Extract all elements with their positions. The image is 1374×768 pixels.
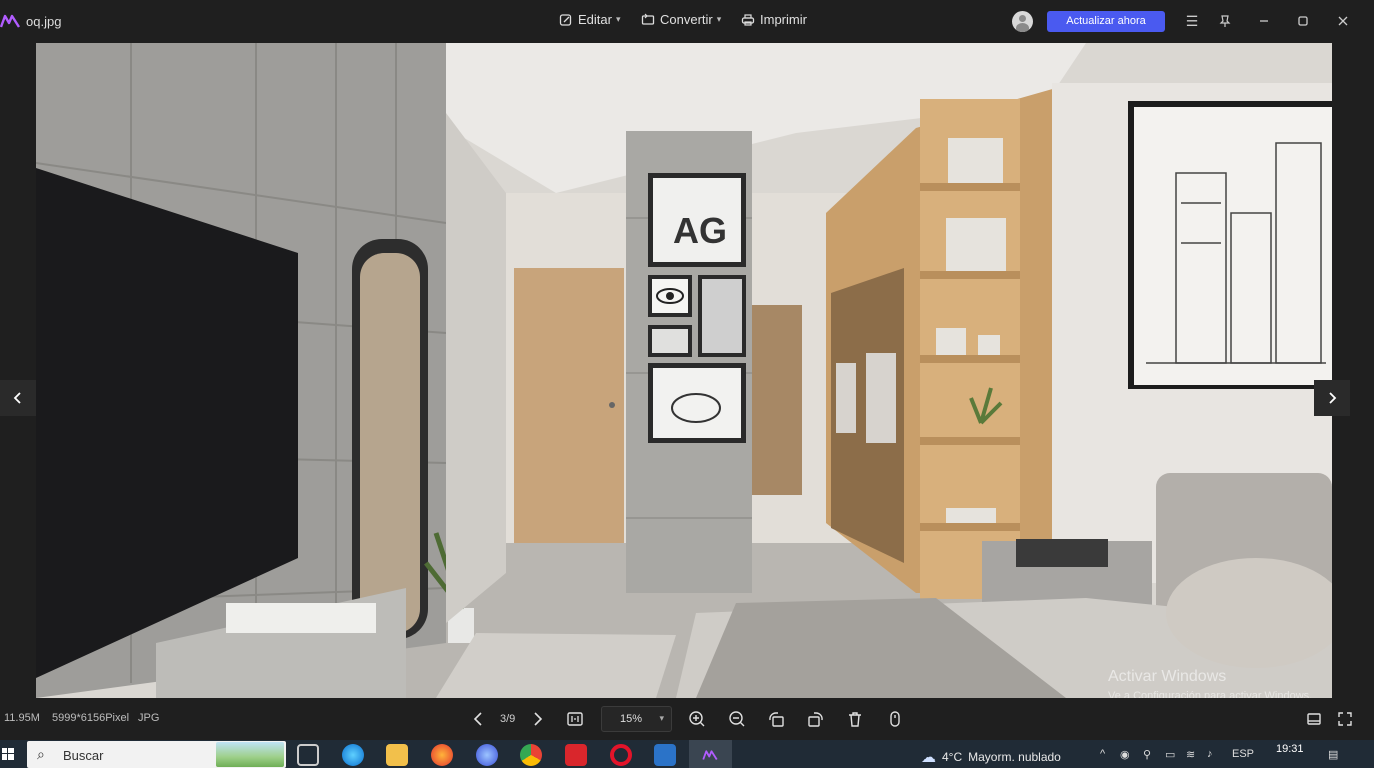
chevron-left-icon	[13, 392, 21, 404]
file-format: JPG	[138, 712, 160, 724]
title-bar: oq.jpg Editar ▾ Convertir ▾ Imprimir Act…	[0, 0, 1374, 43]
zoom-in-icon	[689, 711, 705, 727]
chevron-left-icon	[473, 712, 482, 726]
next-page-button[interactable]	[526, 708, 548, 730]
next-image-button[interactable]	[1314, 380, 1350, 416]
rotate-right-icon	[808, 712, 823, 727]
svg-text:AG: AG	[673, 210, 727, 251]
edit-menu-label: Editar	[578, 12, 612, 27]
file-size: 11.95M	[4, 712, 40, 724]
opera-icon[interactable]	[610, 744, 632, 766]
edge-browser-icon[interactable]	[342, 744, 364, 766]
more-options-button[interactable]	[884, 708, 906, 730]
windows-start-icon[interactable]	[2, 748, 14, 760]
bedroom-photo: AG Activar Windows Ve a Configuración pa…	[36, 43, 1332, 698]
search-icon: ⌕	[37, 746, 45, 762]
zoom-out-icon	[729, 711, 745, 727]
zoom-value: 15%	[620, 713, 643, 725]
chevron-right-icon	[534, 712, 543, 726]
volume-icon[interactable]: ♪	[1207, 748, 1213, 760]
cloud-icon: ☁	[921, 749, 936, 766]
chevron-up-icon[interactable]: ^	[1100, 748, 1105, 760]
actual-size-button[interactable]	[564, 708, 586, 730]
print-icon	[741, 13, 755, 26]
convert-menu[interactable]: Convertir ▾	[641, 12, 721, 27]
edit-menu[interactable]: Editar ▾	[559, 12, 621, 27]
input-language[interactable]: ESP	[1232, 748, 1254, 760]
zoom-out-button[interactable]	[726, 708, 748, 730]
print-menu[interactable]: Imprimir	[741, 12, 807, 27]
weather-description: Mayorm. nublado	[968, 750, 1061, 764]
print-menu-label: Imprimir	[760, 12, 807, 27]
search-placeholder: Buscar	[63, 748, 104, 763]
bedroom-interior-image: AG	[36, 43, 1332, 698]
delete-button[interactable]	[844, 708, 866, 730]
actual-size-icon	[567, 712, 583, 726]
image-canvas: AG Activar Windows Ve a Configuración pa…	[0, 43, 1374, 698]
weather-widget[interactable]: ☁ 4°C Mayorm. nublado	[921, 748, 1061, 766]
page-indicator: 3/9	[500, 713, 516, 725]
update-now-button[interactable]: Actualizar ahora	[1047, 11, 1165, 32]
convert-icon	[641, 13, 655, 25]
pin-icon[interactable]	[1216, 12, 1234, 30]
windows-taskbar: ⌕ Buscar ☁ 4°C Mayorm. nublado ^ ◉ ⚲ ▭ ≋…	[0, 740, 1374, 768]
taskbar-clock[interactable]: 19:31	[1276, 743, 1304, 755]
chevron-down-icon: ▾	[716, 14, 722, 24]
activation-watermark-subtitle: Ve a Configuración para activar Windows.	[1108, 690, 1313, 698]
battery-icon[interactable]: ▭	[1165, 748, 1175, 761]
rotate-right-button[interactable]	[805, 708, 827, 730]
user-avatar[interactable]	[1012, 11, 1033, 32]
image-viewer-app: oq.jpg Editar ▾ Convertir ▾ Imprimir Act…	[0, 0, 1374, 768]
task-view-icon[interactable]	[297, 744, 319, 766]
tray-app-icon[interactable]: ⚲	[1143, 748, 1151, 761]
maximize-icon[interactable]	[1294, 12, 1312, 30]
app-logo-icon	[0, 14, 20, 28]
firefox-icon[interactable]	[431, 744, 453, 766]
previous-image-button[interactable]	[0, 380, 36, 416]
wifi-icon[interactable]: ≋	[1186, 748, 1195, 761]
mouse-icon	[890, 711, 900, 727]
activation-watermark-title: Activar Windows	[1108, 668, 1227, 685]
thumbnail-button[interactable]	[1303, 708, 1325, 730]
image-viewer-app-icon	[702, 750, 718, 760]
search-highlight-image	[216, 742, 284, 767]
notification-icon[interactable]: ▤	[1328, 748, 1338, 761]
app-icon[interactable]	[654, 744, 676, 766]
tray-app-icon[interactable]: ◉	[1120, 748, 1130, 761]
fullscreen-icon	[1338, 712, 1352, 726]
taskbar-search-box[interactable]: ⌕ Buscar	[27, 741, 286, 768]
image-dimensions: 5999*6156Pixel	[52, 712, 130, 724]
close-icon[interactable]	[1334, 12, 1352, 30]
convert-menu-label: Convertir	[660, 12, 713, 27]
previous-page-button[interactable]	[468, 708, 490, 730]
chrome-icon[interactable]	[520, 744, 542, 766]
minimize-icon[interactable]	[1255, 12, 1273, 30]
chevron-right-icon	[1329, 392, 1337, 404]
rotate-left-button[interactable]	[765, 708, 787, 730]
file-explorer-icon[interactable]	[386, 744, 408, 766]
app-icon[interactable]	[476, 744, 498, 766]
chevron-down-icon: ▾	[615, 14, 621, 24]
thumbnail-icon	[1307, 713, 1321, 725]
chevron-down-icon: ▾	[659, 713, 664, 723]
bottom-toolbar: 11.95M 5999*6156Pixel JPG 3/9 15% ▾	[0, 698, 1374, 740]
weather-temperature: 4°C	[942, 750, 963, 764]
hamburger-menu-icon[interactable]: ☰	[1183, 12, 1201, 30]
edit-icon	[559, 13, 572, 26]
rotate-left-icon	[769, 712, 784, 727]
wps-office-icon[interactable]	[565, 744, 587, 766]
fullscreen-button[interactable]	[1334, 708, 1356, 730]
zoom-in-button[interactable]	[686, 708, 708, 730]
zoom-select[interactable]: 15% ▾	[601, 706, 672, 732]
file-name: oq.jpg	[26, 14, 62, 29]
trash-icon	[849, 712, 861, 727]
